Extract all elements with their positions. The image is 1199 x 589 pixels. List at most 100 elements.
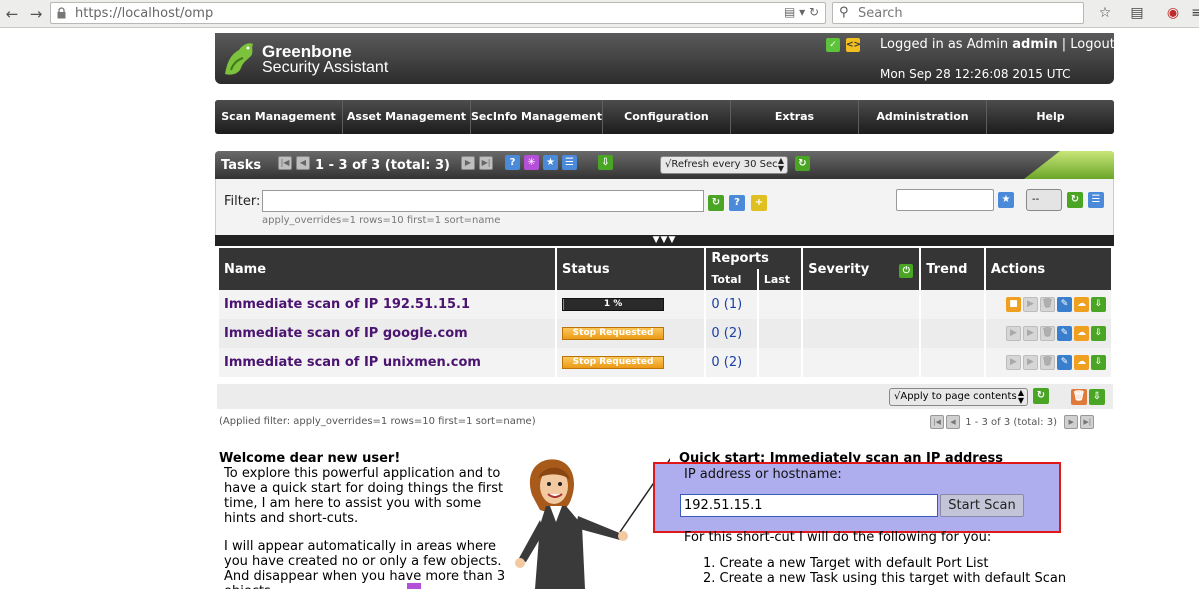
reports-count-link[interactable]: (2) <box>724 355 742 370</box>
export-icon[interactable]: ⇩ <box>1091 297 1106 312</box>
menu-asset-management[interactable]: Asset Management <box>343 100 471 134</box>
filter-select[interactable]: -- <box>1026 189 1062 211</box>
filter-list-icon[interactable]: ☰ <box>1088 192 1104 208</box>
quickstart-note: For this short-cut I will do the followi… <box>684 530 992 545</box>
edit-icon[interactable]: ✎ <box>1057 326 1072 341</box>
bulk-trash-icon[interactable]: 🗑 <box>1071 389 1087 405</box>
menu-help[interactable]: Help <box>986 100 1114 134</box>
last-page-icon[interactable]: ▶| <box>1080 415 1095 429</box>
pocket-icon[interactable]: ◉ <box>1164 4 1182 22</box>
trend-cell <box>921 348 984 377</box>
bulk-action-select[interactable]: √Apply to page contents ▲ ▼ <box>889 388 1028 406</box>
bulk-action-value: √Apply to page contents <box>894 391 1017 402</box>
task-link[interactable]: Immediate scan of IP google.com <box>224 326 468 341</box>
tasks-count: 1 - 3 of 3 (total: 3) <box>315 158 450 173</box>
filter-hint: apply_overrides=1 rows=10 first=1 sort=n… <box>262 215 501 226</box>
reader-icon[interactable]: ▤ ▾ ↻ <box>784 5 819 19</box>
greenbone-logo-icon <box>225 43 253 75</box>
welcome-title: Welcome dear new user! <box>219 451 401 466</box>
menu-administration[interactable]: Administration <box>858 100 987 134</box>
username[interactable]: admin <box>1012 37 1057 52</box>
reports-count-link[interactable]: (2) <box>724 326 742 341</box>
clone-icon[interactable]: ☁ <box>1074 326 1089 341</box>
back-icon[interactable]: ← <box>2 4 22 24</box>
browser-search[interactable]: ⚲ Search <box>832 2 1084 24</box>
menu-extras[interactable]: Extras <box>730 100 859 134</box>
user-settings-icon[interactable]: ✓ <box>826 38 840 52</box>
start-scan-button[interactable]: Start Scan <box>940 494 1024 517</box>
export-icon[interactable]: ⇩ <box>1091 326 1106 341</box>
welcome-text-1: To explore this powerful application and… <box>224 466 504 526</box>
reports-count-link[interactable]: (1) <box>724 297 742 312</box>
section-tab-decoration <box>1024 151 1114 179</box>
wizard-icon[interactable]: ✳ <box>524 155 539 170</box>
progress-bar: 1 % <box>562 298 665 311</box>
first-page-icon[interactable]: |◀ <box>278 156 292 170</box>
forward-icon[interactable]: → <box>26 4 46 24</box>
download-icon[interactable]: ⇩ <box>598 155 613 170</box>
quickstart-form: IP address or hostname: 192.51.15.1 Star… <box>653 462 1061 533</box>
list-icon[interactable]: ☰ <box>562 155 577 170</box>
last-page-icon[interactable]: ▶| <box>479 156 493 170</box>
edit-icon[interactable]: ✎ <box>1057 297 1072 312</box>
protocol-doc-icon[interactable]: <> <box>846 38 861 52</box>
reports-total-link[interactable]: 0 <box>711 355 719 370</box>
clone-icon[interactable]: ☁ <box>1074 297 1089 312</box>
edit-icon[interactable]: ✎ <box>1057 355 1072 370</box>
bookmark-star-icon[interactable]: ☆ <box>1096 4 1114 22</box>
new-filter-icon[interactable]: + <box>751 195 767 211</box>
filter-name-input[interactable] <box>896 189 994 211</box>
next-page-icon[interactable]: ▶ <box>461 156 475 170</box>
menu-configuration[interactable]: Configuration <box>602 100 731 134</box>
menu-secinfo-management[interactable]: SecInfo Management <box>471 100 603 134</box>
task-link[interactable]: Immediate scan of IP 192.51.15.1 <box>224 297 470 312</box>
menu-scan-management[interactable]: Scan Management <box>215 100 343 134</box>
menu-icon[interactable]: ≡ <box>1188 4 1199 22</box>
prev-page-icon[interactable]: ◀ <box>946 415 960 429</box>
stop-icon[interactable]: ■ <box>1006 297 1021 312</box>
trend-cell <box>921 290 984 319</box>
filter-collapse-toggle[interactable]: ▼▼▼ <box>215 235 1114 246</box>
new-task-icon[interactable]: ★ <box>543 155 558 170</box>
export-icon[interactable]: ⇩ <box>1091 355 1106 370</box>
clone-icon[interactable]: ☁ <box>1074 355 1089 370</box>
save-filter-icon[interactable]: ★ <box>998 192 1014 208</box>
apply-filter-icon[interactable]: ↻ <box>708 195 724 211</box>
logout-link[interactable]: Logout <box>1070 37 1115 52</box>
col-status[interactable]: Status <box>557 248 705 290</box>
reports-total-link[interactable]: 0 <box>711 326 719 341</box>
progress-label: 1 % <box>603 299 623 309</box>
col-name[interactable]: Name <box>219 248 556 290</box>
reports-total-link[interactable]: 0 <box>711 297 719 312</box>
switch-filter-icon[interactable]: ↻ <box>1067 192 1083 208</box>
tasks-header: Tasks |◀ ◀ 1 - 3 of 3 (total: 3) ▶ ▶| ? … <box>215 151 1114 179</box>
bulk-export-icon[interactable]: ⇩ <box>1089 389 1105 405</box>
col-reports-last[interactable]: Last <box>758 269 802 290</box>
wizard-icon[interactable] <box>407 583 421 589</box>
task-link[interactable]: Immediate scan of IP unixmen.com <box>224 355 481 370</box>
reports-total-cell: 0 (1) <box>706 290 757 319</box>
filter-help-icon[interactable]: ? <box>729 195 745 211</box>
url-bar[interactable]: https://localhost/omp ▤ ▾ ↻ <box>50 2 826 24</box>
filter-input[interactable] <box>262 190 704 212</box>
gsa-header: Greenbone Security Assistant ✓ <> Logged… <box>215 33 1115 84</box>
reports-last-cell <box>758 348 802 377</box>
reading-list-icon[interactable]: ▤ <box>1128 4 1146 22</box>
refresh-select[interactable]: √Refresh every 30 Sec. ▲ ▼ <box>660 156 788 174</box>
first-page-icon[interactable]: |◀ <box>930 415 944 429</box>
help-icon[interactable]: ? <box>505 155 520 170</box>
refresh-icon[interactable]: ↻ <box>795 156 810 171</box>
table-row: Immediate scan of IP google.com Stop Req… <box>219 319 1111 348</box>
apply-bulk-icon[interactable]: ↻ <box>1033 388 1049 404</box>
overrides-icon[interactable]: ⏻ <box>899 264 914 278</box>
next-page-icon[interactable]: ▶ <box>1064 415 1079 429</box>
bottom-pager: |◀ ◀ 1 - 3 of 3 (total: 3) ▶ ▶| <box>930 415 1096 429</box>
task-name-cell: Immediate scan of IP google.com <box>219 319 556 348</box>
ip-input[interactable]: 192.51.15.1 <box>680 494 938 517</box>
col-severity[interactable]: Severity ⏻ <box>803 248 920 290</box>
spinner-icon: ▲ ▼ <box>777 156 784 173</box>
prev-page-icon[interactable]: ◀ <box>296 156 310 170</box>
applied-filter-text: (Applied filter: apply_overrides=1 rows=… <box>219 416 536 427</box>
col-reports: Reports <box>706 248 802 269</box>
col-reports-total[interactable]: Total <box>706 269 757 290</box>
